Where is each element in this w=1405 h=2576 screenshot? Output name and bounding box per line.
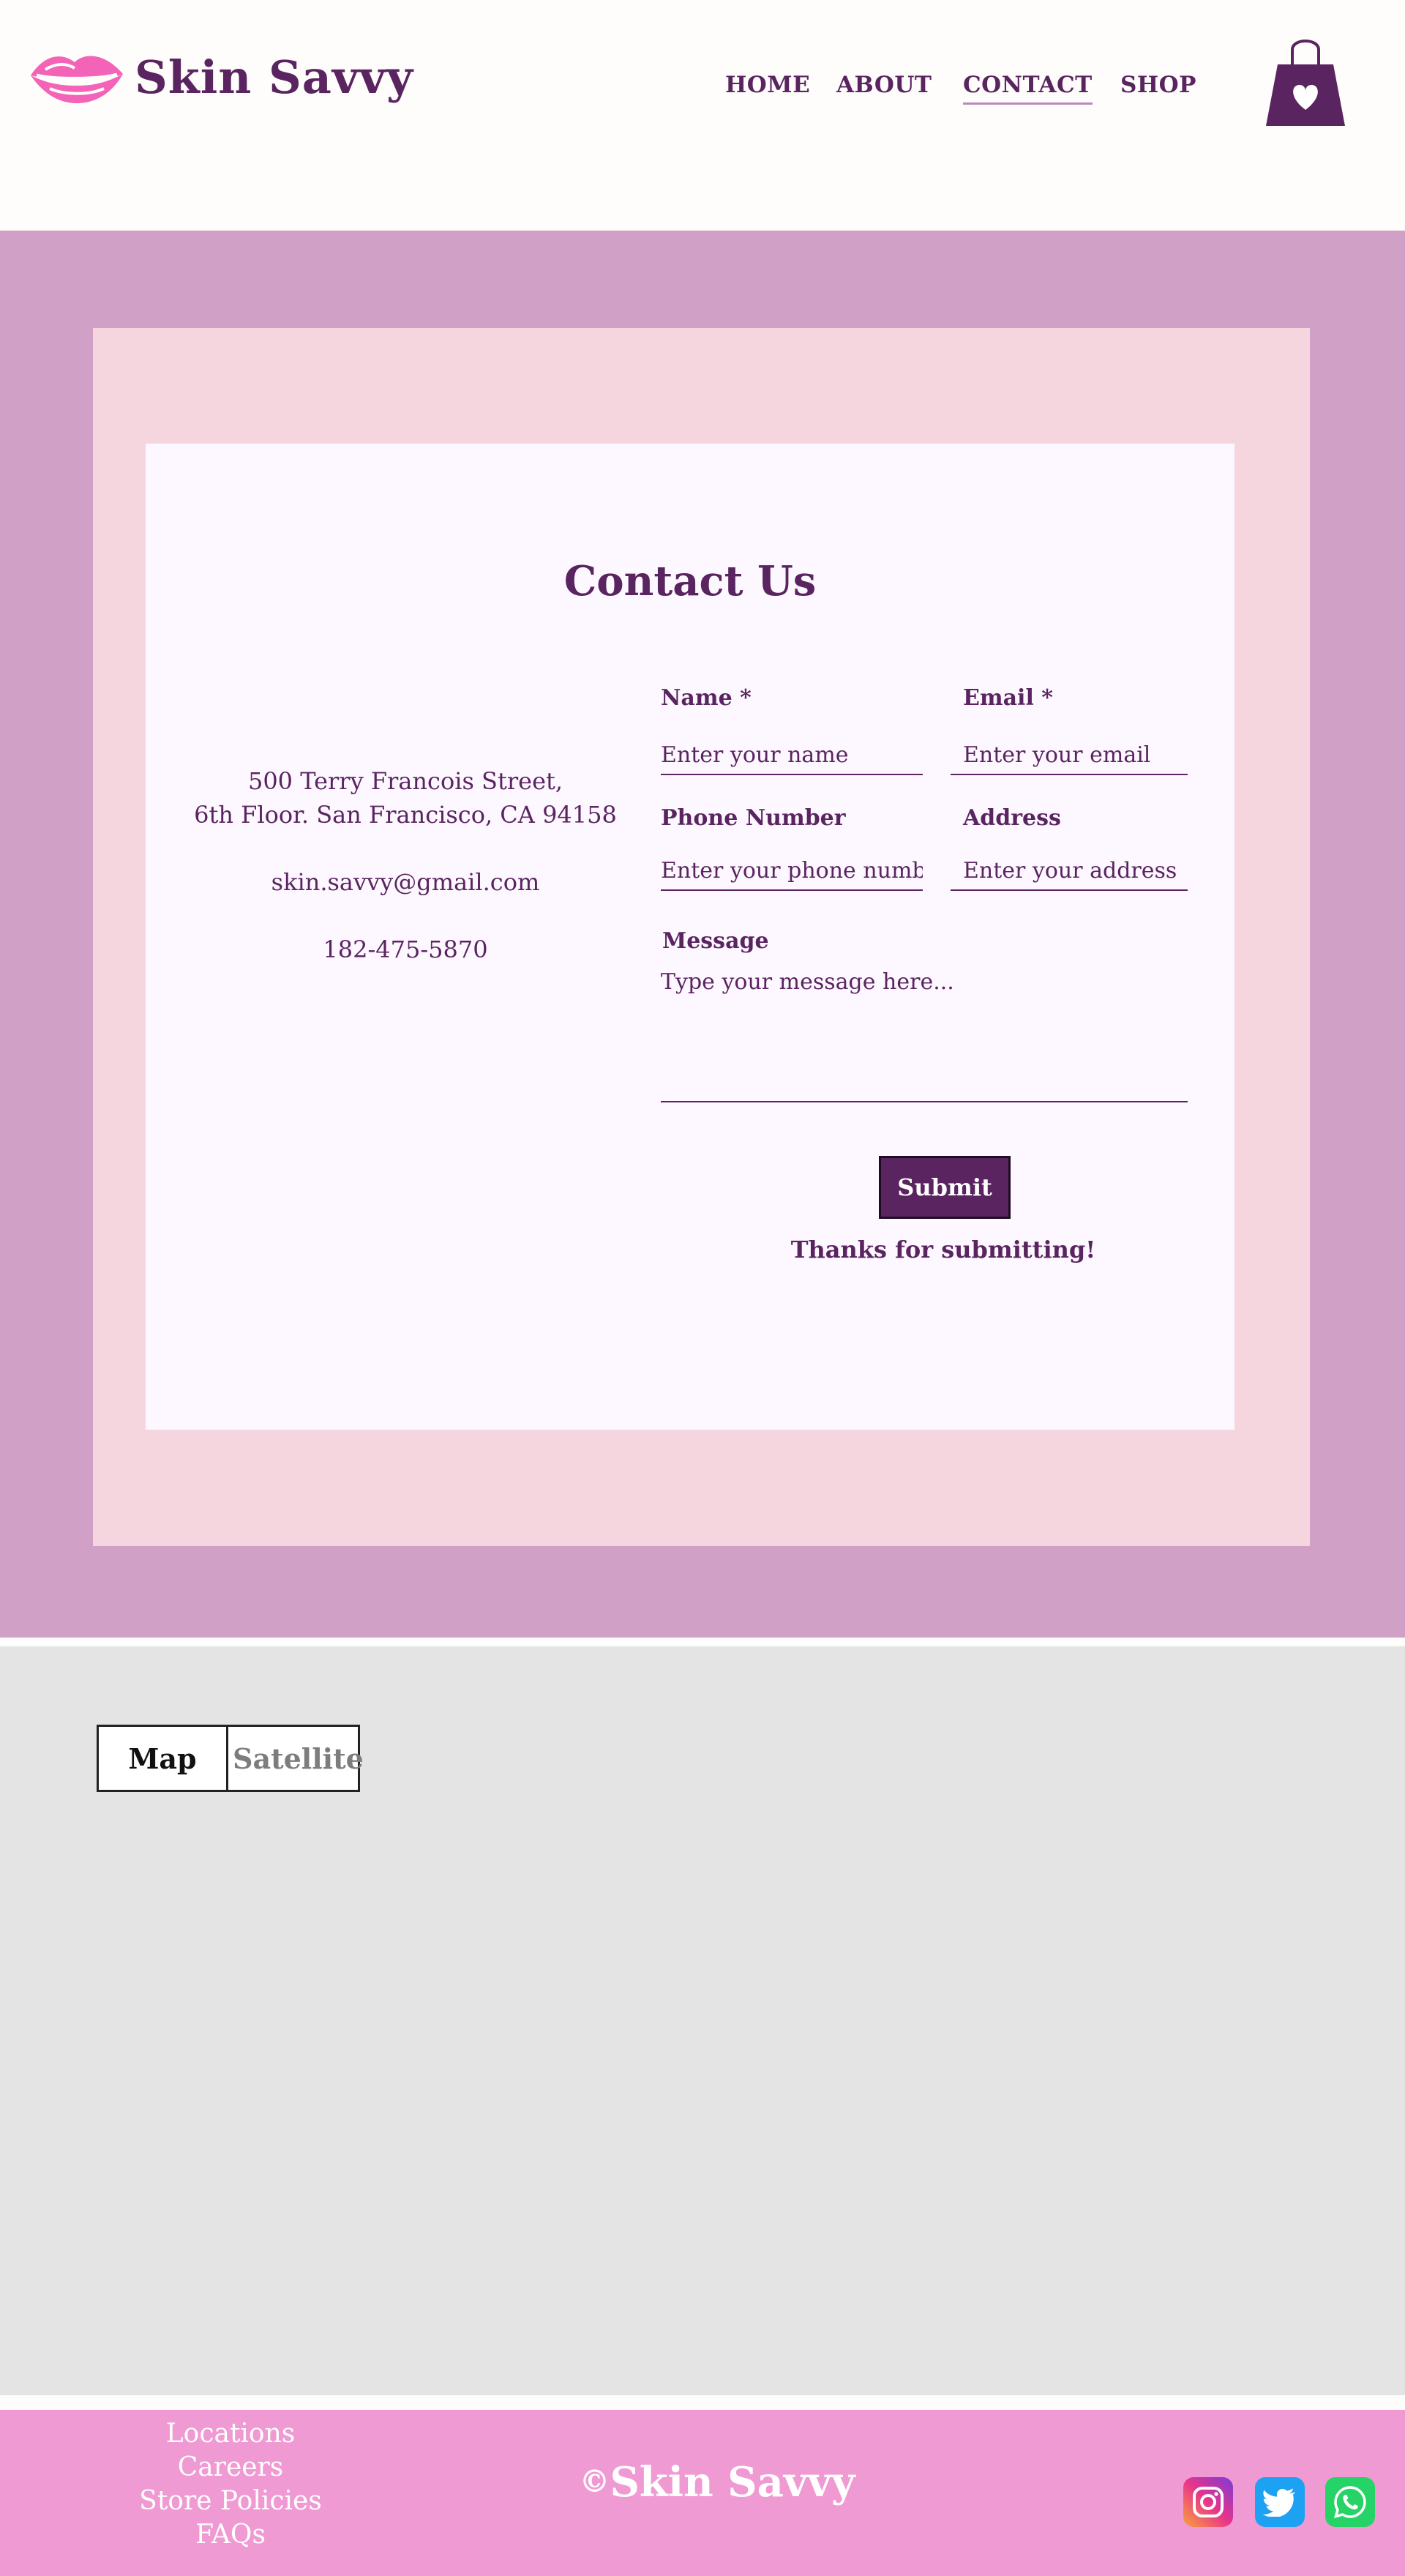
submit-button[interactable]: Submit (879, 1156, 1011, 1219)
site-header: Skin Savvy HOME ABOUT CONTACT SHOP (0, 0, 1405, 231)
twitter-link[interactable] (1255, 2477, 1305, 2527)
instagram-icon (1193, 2487, 1224, 2517)
address-input[interactable] (951, 858, 1188, 891)
footer-links: Locations Careers Store Policies FAQs (116, 2417, 345, 2552)
email-label: Email * (963, 685, 1053, 711)
nav-about[interactable]: ABOUT (836, 72, 932, 98)
shopping-bag-heart-icon (1266, 40, 1345, 126)
instagram-link[interactable] (1183, 2477, 1233, 2527)
site-footer: Locations Careers Store Policies FAQs ©S… (0, 2410, 1405, 2576)
phone-label: Phone Number (661, 805, 846, 831)
contact-title: Contact Us (563, 557, 817, 605)
email-input[interactable] (951, 742, 1188, 775)
address-line-1: 500 Terry Francois Street, (247, 767, 563, 795)
address-line-2: 6th Floor. San Francisco, CA 94158 (194, 801, 617, 829)
nav-contact[interactable]: CONTACT (963, 72, 1093, 105)
contact-card: Contact Us 500 Terry Francois Street, 6t… (146, 444, 1234, 1430)
name-label: Name * (661, 685, 752, 711)
map-view-button[interactable]: Map (99, 1727, 228, 1790)
address-label: Address (963, 805, 1061, 831)
message-textarea[interactable] (661, 969, 1188, 1102)
footer-link-store-policies[interactable]: Store Policies (116, 2484, 345, 2518)
nav-shop[interactable]: SHOP (1120, 72, 1196, 98)
footer-link-careers[interactable]: Careers (116, 2451, 345, 2484)
thanks-message: Thanks for submitting! (790, 1236, 1096, 1263)
name-input[interactable] (661, 742, 923, 775)
contact-email: skin.savvy@gmail.com (271, 868, 540, 896)
message-label: Message (662, 928, 769, 954)
map-area[interactable]: Map Satellite (0, 1646, 1405, 2395)
map-type-toggle: Map Satellite (97, 1725, 364, 1792)
footer-copyright: ©Skin Savvy (439, 2458, 995, 2506)
phone-input[interactable] (661, 858, 923, 891)
main-nav: HOME ABOUT CONTACT SHOP (0, 72, 1405, 108)
footer-link-faqs[interactable]: FAQs (116, 2518, 345, 2552)
whatsapp-link[interactable] (1325, 2477, 1375, 2527)
satellite-view-button[interactable]: Satellite (228, 1727, 364, 1790)
footer-brand: Skin Savvy (610, 2458, 855, 2506)
twitter-icon (1263, 2488, 1295, 2517)
nav-home[interactable]: HOME (725, 72, 810, 98)
whatsapp-icon (1333, 2486, 1366, 2518)
contact-phone: 182-475-5870 (323, 936, 488, 963)
footer-link-locations[interactable]: Locations (116, 2417, 345, 2451)
cart-button[interactable] (1263, 32, 1348, 127)
contact-section: Contact Us 500 Terry Francois Street, 6t… (0, 231, 1405, 1638)
copyright-symbol: © (579, 2463, 610, 2499)
contact-frame: Contact Us 500 Terry Francois Street, 6t… (93, 328, 1310, 1546)
